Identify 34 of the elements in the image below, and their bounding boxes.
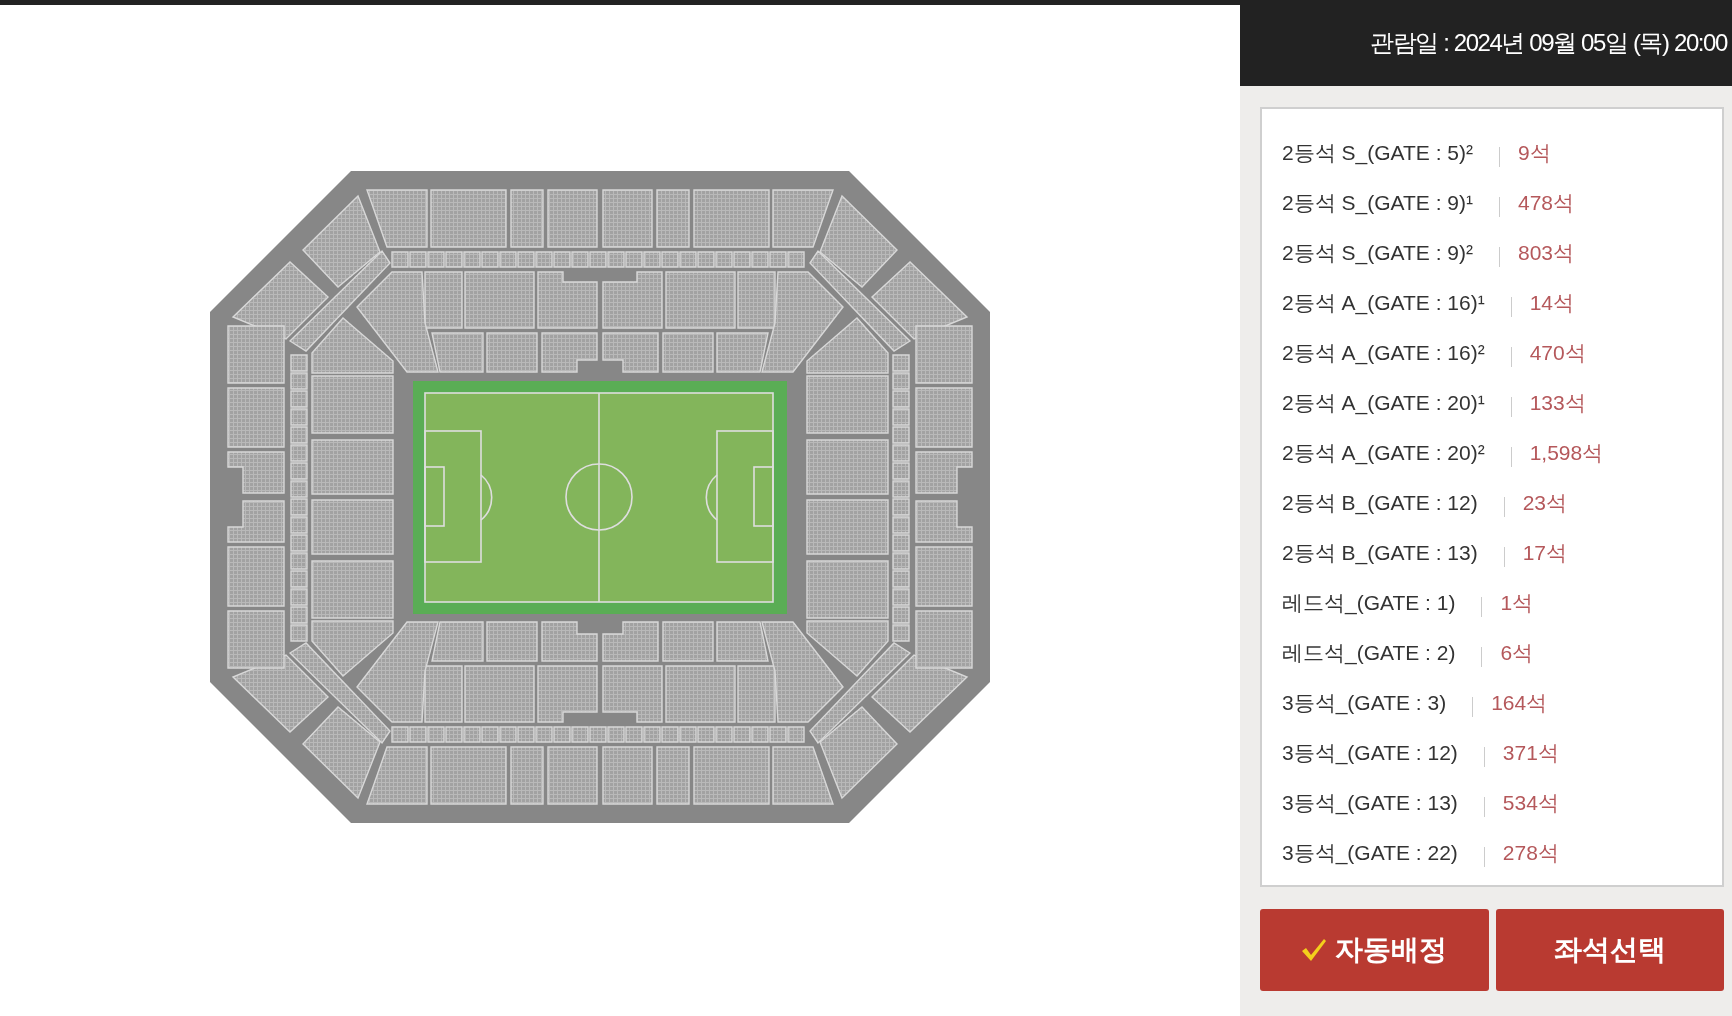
seat-grade-name: 3등석_(GATE : 22) — [1282, 840, 1458, 867]
remaining-seats: 133석 — [1529, 389, 1586, 417]
viewing-date: 관람일 : 2024년 09월 05일 (목) 20:00 — [1370, 28, 1727, 58]
remaining-seats: 14석 — [1529, 289, 1575, 317]
seat-grade-name: 2등석 A_(GATE : 20)² — [1282, 440, 1485, 467]
remaining-seats: 478석 — [1518, 189, 1575, 217]
remaining-seats: 164석 — [1491, 689, 1548, 717]
seat-grade-name: 레드석_(GATE : 2) — [1282, 640, 1456, 667]
seat-grade-name: 2등석 S_(GATE : 9)² — [1282, 240, 1473, 267]
seat-select-button[interactable]: 좌석선택 — [1495, 909, 1724, 991]
remaining-seats: 470석 — [1529, 339, 1586, 367]
seat-grade-name: 3등석_(GATE : 13) — [1282, 790, 1458, 817]
check-icon — [1301, 938, 1328, 962]
seat-grade-name: 2등석 A_(GATE : 16)² — [1282, 340, 1485, 367]
seat-grade-name: 2등석 A_(GATE : 20)¹ — [1282, 390, 1485, 417]
seat-grade-name: 3등석_(GATE : 12) — [1282, 740, 1458, 767]
seat-grade-name: 2등석 B_(GATE : 13) — [1282, 540, 1478, 567]
remaining-seats: 23석 — [1522, 489, 1568, 517]
seat-grade-name: 2등석 A_(GATE : 16)¹ — [1282, 290, 1485, 317]
seat-grade-name: 2등석 S_(GATE : 9)¹ — [1282, 190, 1473, 217]
remaining-seats: 803석 — [1518, 239, 1575, 267]
seat-grade-name: 3등석_(GATE : 3) — [1282, 690, 1447, 717]
auto-assign-button[interactable]: 자동배정 — [1260, 909, 1489, 991]
remaining-seats: 278석 — [1502, 839, 1559, 867]
remaining-seats: 1석 — [1500, 589, 1534, 617]
seat-grade-name: 레드석_(GATE : 1) — [1282, 590, 1456, 617]
remaining-seats: 17석 — [1522, 539, 1568, 567]
remaining-seats: 6석 — [1500, 639, 1534, 667]
remaining-seats: 371석 — [1502, 739, 1559, 767]
remaining-seats: 1,598석 — [1529, 439, 1604, 467]
remaining-seats: 9석 — [1518, 139, 1551, 167]
seat-grade-name: 2등석 B_(GATE : 12) — [1282, 490, 1478, 517]
remaining-seats: 534석 — [1502, 789, 1559, 817]
seat-grade-name: 2등석 S_(GATE : 5)² — [1282, 140, 1473, 167]
